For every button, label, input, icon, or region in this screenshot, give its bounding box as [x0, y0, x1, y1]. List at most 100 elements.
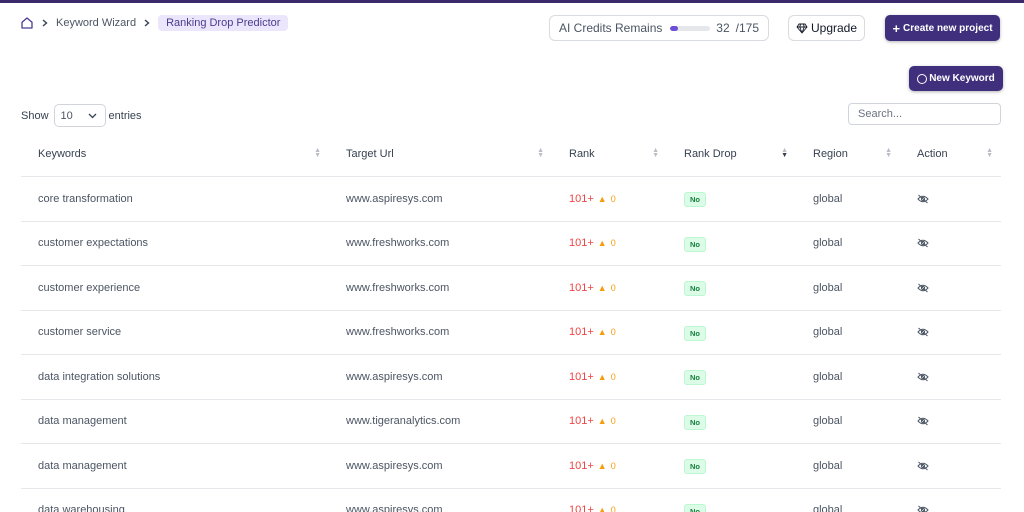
rank-cell: 101+ ▲ 0 — [552, 504, 667, 512]
target-url-cell: www.freshworks.com — [329, 326, 552, 338]
sort-icon: ▲ ▼ — [986, 147, 993, 159]
keyword-text: customer expectations — [38, 237, 149, 250]
credits-total: /175 — [735, 21, 759, 35]
target-url-text: www.aspiresys.com — [346, 459, 443, 472]
rank-cell: 101+ ▲ 0 — [552, 326, 667, 338]
rank-value: 101+ — [569, 459, 594, 472]
column-header-rank[interactable]: Rank ▲ ▼ — [552, 131, 667, 176]
table-row: customer service www.freshworks.com 101+… — [21, 311, 1001, 355]
header-label: Action — [917, 147, 948, 160]
region-text: global — [813, 237, 843, 250]
rank-cell: 101+ ▲ 0 — [552, 460, 667, 472]
action-cell — [900, 194, 1001, 204]
rank-drop-badge: No — [684, 503, 706, 512]
ai-credits-widget: AI Credits Remains 32 /175 — [549, 15, 769, 41]
triangle-up-icon: ▲ — [597, 193, 607, 204]
keyword-text: data integration solutions — [38, 370, 161, 383]
target-url-cell: www.aspiresys.com — [329, 460, 552, 472]
eye-off-icon[interactable] — [917, 327, 929, 337]
table-row: data warehousing www.aspiresys.com 101+ … — [21, 489, 1001, 512]
region-text: global — [813, 415, 843, 428]
header-label: Rank Drop — [684, 147, 737, 160]
eye-off-icon[interactable] — [917, 372, 929, 382]
sort-descending-icon: ▲ ▼ — [781, 147, 788, 159]
eye-off-icon[interactable] — [917, 416, 929, 426]
rank-drop-badge: No — [684, 414, 706, 430]
rank-change: 0 — [610, 371, 616, 382]
table-row: data integration solutions www.aspiresys… — [21, 355, 1001, 400]
eye-off-icon[interactable] — [917, 505, 929, 512]
target-url-text: www.freshworks.com — [346, 281, 450, 294]
entries-select[interactable]: 10 — [53, 104, 106, 127]
keyword-cell: data warehousing — [21, 504, 329, 512]
keyword-cell: data management — [21, 415, 329, 427]
upgrade-button[interactable]: Upgrade — [788, 15, 865, 41]
target-url-text: www.aspiresys.com — [346, 370, 443, 383]
triangle-up-icon: ▲ — [597, 460, 607, 471]
triangle-up-icon: ▲ — [597, 238, 607, 249]
keyword-cell: customer expectations — [21, 237, 329, 249]
column-header-region[interactable]: Region ▲ ▼ — [796, 131, 900, 176]
rank-drop-badge: No — [684, 236, 706, 252]
rank-drop-badge: No — [684, 192, 706, 208]
rank-value: 101+ — [569, 504, 594, 512]
create-project-button[interactable]: + Create new project — [885, 15, 1000, 41]
action-cell — [900, 327, 1001, 337]
eye-off-icon[interactable] — [917, 283, 929, 293]
rank-change: 0 — [610, 238, 616, 249]
column-header-keywords[interactable]: Keywords ▲ ▼ — [21, 131, 329, 176]
circle-icon — [917, 73, 928, 84]
eye-off-icon[interactable] — [917, 194, 929, 204]
target-url-cell: www.freshworks.com — [329, 282, 552, 294]
target-url-cell: www.aspiresys.com — [329, 371, 552, 383]
create-project-label: Create new project — [903, 22, 993, 34]
keyword-cell: data management — [21, 460, 329, 472]
triangle-up-icon: ▲ — [597, 371, 607, 382]
top-accent-bar — [0, 0, 1024, 3]
new-keyword-button[interactable]: New Keyword — [909, 66, 1003, 91]
chevron-right-icon — [144, 19, 150, 27]
table-row: customer expectations www.freshworks.com… — [21, 222, 1001, 266]
credits-progress-fill — [670, 25, 678, 31]
eye-off-icon[interactable] — [917, 238, 929, 248]
rank-drop-cell: No — [667, 368, 796, 386]
keyword-text: data management — [38, 415, 127, 428]
table-row: customer experience www.freshworks.com 1… — [21, 266, 1001, 311]
rank-drop-badge: No — [684, 281, 706, 297]
rank-cell: 101+ ▲ 0 — [552, 415, 667, 427]
triangle-up-icon: ▲ — [597, 505, 607, 512]
rank-drop-badge: No — [684, 370, 706, 386]
region-cell: global — [796, 504, 900, 512]
sort-icon: ▲ ▼ — [537, 147, 544, 159]
rank-value: 101+ — [569, 326, 594, 339]
keyword-text: data warehousing — [38, 504, 125, 512]
column-header-target-url[interactable]: Target Url ▲ ▼ — [329, 131, 552, 176]
sort-icon: ▲ ▼ — [652, 147, 659, 159]
search-input[interactable] — [848, 103, 1001, 125]
keyword-text: customer service — [38, 326, 122, 339]
target-url-cell: www.freshworks.com — [329, 237, 552, 249]
home-icon[interactable] — [20, 16, 34, 30]
action-cell — [900, 505, 1001, 512]
keyword-cell: core transformation — [21, 193, 329, 205]
header-label: Rank — [569, 147, 595, 160]
rank-cell: 101+ ▲ 0 — [552, 282, 667, 294]
eye-off-icon[interactable] — [917, 461, 929, 471]
rank-drop-cell: No — [667, 502, 796, 512]
target-url-text: www.tigeranalytics.com — [346, 415, 461, 428]
rank-change: 0 — [610, 327, 616, 338]
region-text: global — [813, 459, 843, 472]
column-header-rank-drop[interactable]: Rank Drop ▲ ▼ — [667, 131, 796, 176]
breadcrumb-keyword-wizard[interactable]: Keyword Wizard — [56, 17, 136, 29]
region-cell: global — [796, 237, 900, 249]
table-body: core transformation www.aspiresys.com 10… — [21, 177, 1001, 512]
column-header-action[interactable]: Action ▲ ▼ — [900, 131, 1001, 176]
region-cell: global — [796, 282, 900, 294]
keyword-cell: customer service — [21, 326, 329, 338]
rank-cell: 101+ ▲ 0 — [552, 193, 667, 205]
rank-change: 0 — [610, 193, 616, 204]
region-text: global — [813, 504, 843, 512]
target-url-cell: www.tigeranalytics.com — [329, 415, 552, 427]
region-text: global — [813, 370, 843, 383]
rank-drop-cell: No — [667, 413, 796, 430]
